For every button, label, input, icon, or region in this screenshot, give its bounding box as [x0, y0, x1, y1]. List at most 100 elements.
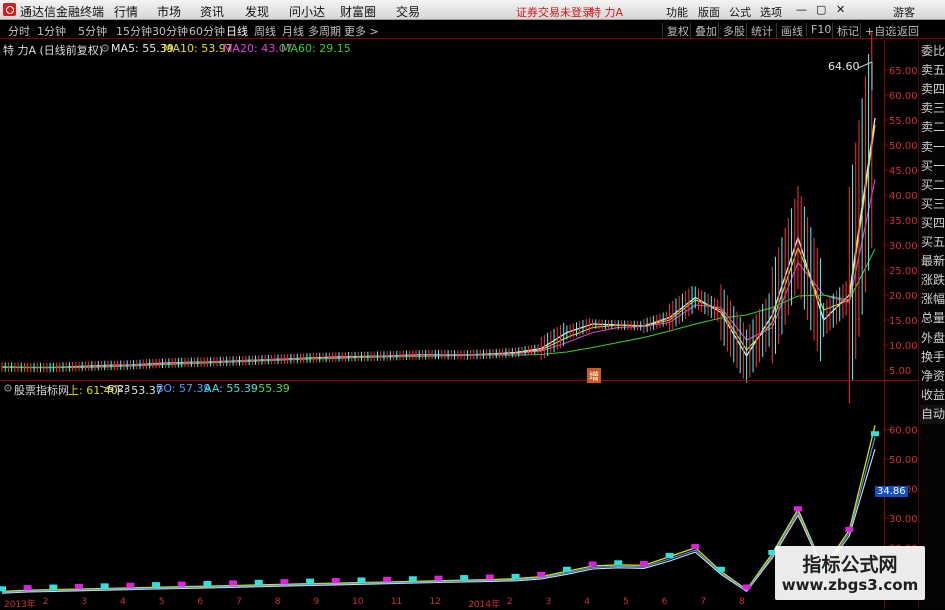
- x-axis-tick: 10: [352, 597, 364, 607]
- indicator-marker: [126, 582, 135, 588]
- x-axis-tick: 3: [81, 597, 88, 607]
- sidebar-item[interactable]: 卖二: [920, 118, 945, 137]
- sidebar-item[interactable]: 净资: [920, 367, 945, 386]
- sidebar-item[interactable]: 涨幅: [920, 290, 945, 309]
- price-panel-title: 特 力A (日线前复权): [3, 44, 104, 57]
- sidebar-item[interactable]: 卖五: [920, 61, 945, 80]
- kline-chart[interactable]: 5.00 10.00 15.00 20.00 25.00 30.00 35.00 40.00 4…: [0, 0, 918, 609]
- indicator-series-line: [1, 425, 876, 593]
- sidebar-item[interactable]: 换手: [920, 348, 945, 367]
- x-axis-tick: 12: [429, 597, 441, 607]
- high-pointer: [857, 61, 873, 69]
- price-ytick-label: 50.00: [889, 141, 918, 152]
- sidebar-item[interactable]: 委比: [920, 42, 945, 61]
- x-axis-tick: 7: [236, 597, 242, 607]
- x-axis-tick: 8: [274, 597, 281, 607]
- x-axis-tick: 11: [390, 597, 403, 607]
- x-axis-tick: 3: [545, 597, 552, 607]
- indicator-marker: [280, 579, 289, 585]
- price-ytick-label: 45.00: [889, 166, 918, 177]
- indicator-marker: [562, 566, 571, 572]
- price-ytick-label: 30.00: [889, 241, 918, 252]
- sidebar-item[interactable]: 收益: [920, 386, 945, 405]
- indicator-marker: [254, 579, 263, 585]
- indicator-marker: [460, 575, 469, 581]
- price-ytick-label: 40.00: [889, 191, 918, 202]
- indicator-marker: [306, 578, 315, 584]
- price-ytick-label: 20.00: [889, 291, 918, 302]
- x-axis-tick: 2014年: [468, 600, 501, 610]
- sidebar-item[interactable]: 最新: [920, 252, 945, 271]
- price-ytick-label: 65.00: [889, 66, 918, 77]
- indicator-marker: [383, 576, 392, 582]
- indicator-marker: [871, 431, 879, 437]
- indicator-marker: [0, 586, 6, 592]
- sidebar-item[interactable]: 涨跌: [920, 271, 945, 290]
- sidebar-item[interactable]: 买二: [920, 176, 945, 195]
- price-ytick-label: 55.00: [889, 116, 918, 127]
- settings-gear-icon[interactable]: ⚙: [100, 42, 110, 55]
- sidebar-item[interactable]: 买一: [920, 157, 945, 176]
- indicator-series-line: [1, 437, 876, 593]
- bo-value: BO: 57.39: [156, 382, 211, 395]
- sidebar-item[interactable]: 自动: [920, 404, 945, 424]
- x-axis-tick: 2: [42, 597, 49, 607]
- indicator-ytick-label: 50.00: [889, 455, 918, 466]
- event-marker[interactable]: 增: [587, 368, 601, 383]
- quote-sidebar: 委比 卖五 卖四 卖三 卖二 卖一 买一 买二 买三 买四 买五 最新 涨跌 涨幅 总量 外盘 换手 净资 收益 自动: [918, 40, 945, 609]
- x-axis-tick: 4: [584, 597, 590, 607]
- watermark-line1: 指标公式网: [802, 554, 898, 576]
- ma60-value: MA60: 29.15: [281, 42, 351, 55]
- price-series-line: [2, 248, 876, 369]
- price-series-line: [1, 124, 876, 369]
- indicator-marker: [845, 526, 854, 532]
- x-axis-tick: 2: [506, 597, 513, 607]
- extra-value: : 55.39: [251, 382, 290, 395]
- indicator-marker: [408, 576, 417, 582]
- indicator-marker: [203, 580, 212, 586]
- indicator-title: 股票指标网: [14, 384, 69, 397]
- x-axis-tick: 4: [120, 597, 126, 607]
- price-ytick-label: 10.00: [889, 341, 918, 352]
- indicator-marker: [742, 584, 751, 590]
- indicator-marker: [691, 544, 700, 550]
- indicator-marker: [716, 566, 725, 572]
- sidebar-item[interactable]: 卖一: [920, 138, 945, 157]
- price-ytick-label: 5.00: [889, 366, 911, 377]
- x-axis-tick: 5: [622, 597, 629, 607]
- indicator-marker: [152, 582, 161, 588]
- indicator-marker: [49, 584, 58, 590]
- sidebar-item[interactable]: 卖三: [920, 99, 945, 118]
- indicator-marker: [793, 506, 802, 512]
- sidebar-item[interactable]: 买四: [920, 214, 945, 233]
- upper-value: 上: 61.40: [68, 384, 118, 397]
- indicator-marker: [511, 573, 520, 579]
- x-axis-tick: 9: [313, 597, 320, 607]
- indicator-ytick-label: 60.00: [889, 426, 918, 437]
- indicator-marker: [357, 577, 366, 583]
- indicator-marker: [537, 571, 546, 577]
- sidebar-item[interactable]: 买三: [920, 195, 945, 214]
- x-axis-tick: 5: [158, 597, 165, 607]
- x-axis-tick: 8: [739, 597, 745, 607]
- indicator-marker: [100, 583, 109, 589]
- sidebar-item[interactable]: 外盘: [920, 329, 945, 348]
- indicator-marker: [177, 581, 186, 587]
- price-ytick-label: 25.00: [889, 266, 918, 277]
- sidebar-item[interactable]: 买五: [920, 233, 945, 252]
- indicator-marker: [434, 575, 443, 581]
- indicator-marker: [229, 580, 238, 586]
- x-axis-tick: 6: [197, 597, 204, 607]
- watermark-line2: www.zbgs3.com: [781, 576, 919, 594]
- indicator-ytick-label: 30.00: [889, 514, 918, 525]
- price-ytick-label: 60.00: [889, 91, 918, 102]
- indicator-marker: [588, 561, 597, 567]
- price-ytick-label: 15.00: [889, 316, 918, 327]
- sidebar-item[interactable]: 卖四: [920, 80, 945, 99]
- price-series-line: [2, 179, 876, 369]
- indicator-marker: [665, 552, 674, 558]
- indicator-gear-icon[interactable]: ⚙: [3, 382, 13, 395]
- price-ytick-label: 35.00: [889, 216, 918, 227]
- aa-value: AA: 55.39: [204, 382, 258, 395]
- sidebar-item[interactable]: 总量: [920, 309, 945, 328]
